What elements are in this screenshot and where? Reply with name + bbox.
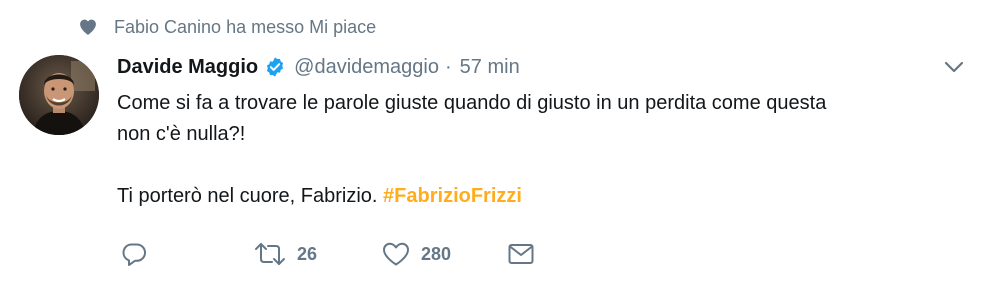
tweet-text-line: Ti porterò nel cuore, Fabrizio. #Fabrizi… xyxy=(117,181,967,212)
tweet-text-line: Come si fa a trovare le parole giuste qu… xyxy=(117,92,827,114)
envelope-icon xyxy=(507,242,535,266)
social-context-text: Fabio Canino ha messo Mi piace xyxy=(114,16,377,37)
tweet-card[interactable]: Fabio Canino ha messo Mi piace Davide Ma… xyxy=(0,0,988,281)
reply-button[interactable] xyxy=(120,240,150,268)
retweet-icon xyxy=(253,240,287,268)
social-context: Fabio Canino ha messo Mi piace xyxy=(78,14,376,40)
tweet-text: Come si fa a trovare le parole giuste qu… xyxy=(117,88,967,212)
like-count: 280 xyxy=(421,243,452,264)
hashtag-link[interactable]: #FabrizioFrizzi xyxy=(383,185,522,207)
tweet-actions: 26 280 xyxy=(120,238,535,270)
tweet-text-prefix: Ti porterò nel cuore, Fabrizio. xyxy=(117,185,384,207)
tweet-text-line: non c'è nulla?! xyxy=(117,123,246,145)
like-button[interactable]: 280 xyxy=(381,240,451,268)
avatar[interactable] xyxy=(19,55,99,135)
reply-icon xyxy=(120,240,148,268)
direct-message-button[interactable] xyxy=(507,242,535,266)
tweet-timestamp[interactable]: 57 min xyxy=(460,56,520,79)
heart-icon xyxy=(381,240,411,268)
retweet-button[interactable]: 26 xyxy=(253,240,317,268)
author-name[interactable]: Davide Maggio xyxy=(117,56,258,79)
separator-dot: · xyxy=(444,55,452,78)
tweet-header: Davide Maggio @davidemaggio · 57 min xyxy=(117,52,520,82)
chevron-down-icon[interactable] xyxy=(943,58,965,76)
verified-badge-icon xyxy=(264,56,286,78)
heart-icon xyxy=(78,17,98,37)
tweet-text-blank xyxy=(117,150,967,181)
author-handle[interactable]: @davidemaggio xyxy=(294,56,439,79)
retweet-count: 26 xyxy=(297,243,318,264)
